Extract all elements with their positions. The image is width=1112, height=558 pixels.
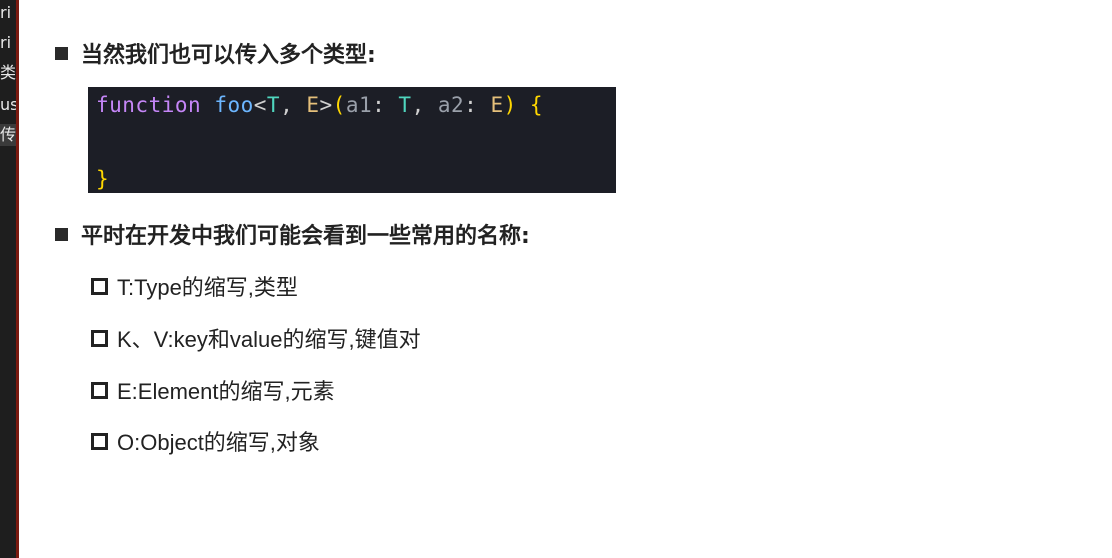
heading-text: 平时在开发中我们可能会看到一些常用的名称: (81, 224, 530, 249)
sidebar-item-label: ri (0, 3, 12, 22)
code-param: a2 (437, 93, 465, 117)
code-param-type: E (490, 93, 504, 117)
code-brace: { (516, 93, 544, 117)
code-brace: } (96, 167, 110, 191)
list-item-text: E:Element的缩写,元素 (117, 379, 335, 404)
code-punct: , (280, 93, 307, 117)
slide-content: 当然我们也可以传入多个类型: function foo<T, E>(a1: T,… (19, 0, 1112, 558)
square-bullet-icon (55, 46, 68, 60)
sidebar-item-label: 传 (0, 125, 16, 144)
section-heading-multiple-types: 当然我们也可以传入多个类型: (55, 37, 376, 69)
square-bullet-icon (55, 227, 68, 241)
sidebar-item-4[interactable]: us (0, 94, 16, 116)
code-param-type: T (398, 93, 412, 117)
code-punct: < (253, 93, 267, 117)
sidebar-item-5[interactable]: 传 (0, 124, 16, 146)
hollow-square-bullet-icon (91, 432, 108, 450)
list-item-text: O:Object的缩写,对象 (117, 430, 320, 455)
sidebar-item-label: 类 (0, 63, 16, 82)
code-paren: ( (332, 93, 346, 117)
hollow-square-bullet-icon (91, 381, 108, 399)
list-item-text: T:Type的缩写,类型 (117, 275, 298, 300)
section-heading-common-names: 平时在开发中我们可能会看到一些常用的名称: (55, 218, 530, 250)
sidebar-item-label: ri (0, 33, 12, 52)
code-function-name: foo (214, 93, 254, 117)
code-keyword: function (96, 93, 202, 117)
hollow-square-bullet-icon (91, 329, 108, 347)
sidebar-item-label: us (0, 95, 16, 114)
sidebar-item-2[interactable]: ri (0, 32, 16, 54)
sidebar-item-3[interactable]: 类 (0, 62, 16, 84)
list-item: K、V:key和value的缩写,键值对 (91, 322, 421, 354)
code-generic-param: E (306, 93, 320, 117)
code-paren: ) (503, 93, 517, 117)
list-item: O:Object的缩写,对象 (91, 425, 320, 457)
list-item: E:Element的缩写,元素 (91, 374, 335, 406)
list-item: T:Type的缩写,类型 (91, 270, 298, 302)
heading-text: 当然我们也可以传入多个类型: (81, 43, 376, 68)
code-punct: : (464, 93, 491, 117)
hollow-square-bullet-icon (91, 277, 108, 295)
code-punct: > (319, 93, 333, 117)
code-block: function foo<T, E>(a1: T, a2: E) { } (88, 87, 616, 193)
code-punct: : (372, 93, 399, 117)
code-punct: , (411, 93, 438, 117)
code-param: a1 (345, 93, 373, 117)
code-generic-param: T (266, 93, 281, 117)
sidebar-item-1[interactable]: ri (0, 2, 16, 24)
code-line-3: } (96, 164, 616, 201)
list-item-text: K、V:key和value的缩写,键值对 (117, 327, 421, 352)
code-line-1: function foo<T, E>(a1: T, a2: E) { (96, 90, 616, 127)
left-sidebar-edge: ri ri 类 us 传 (0, 0, 19, 558)
